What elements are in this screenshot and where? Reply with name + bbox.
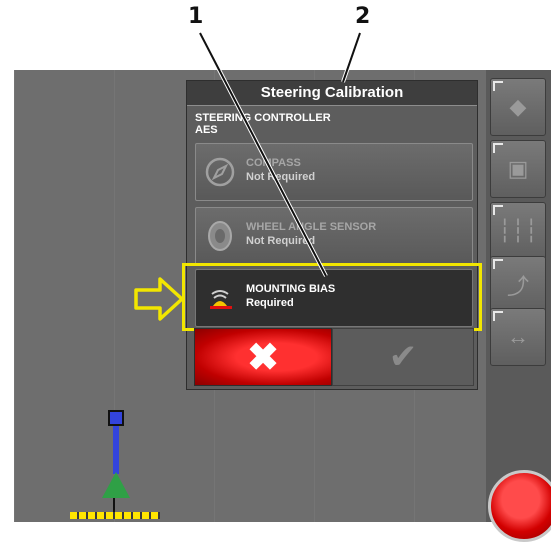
callout-leaders xyxy=(198,32,362,277)
